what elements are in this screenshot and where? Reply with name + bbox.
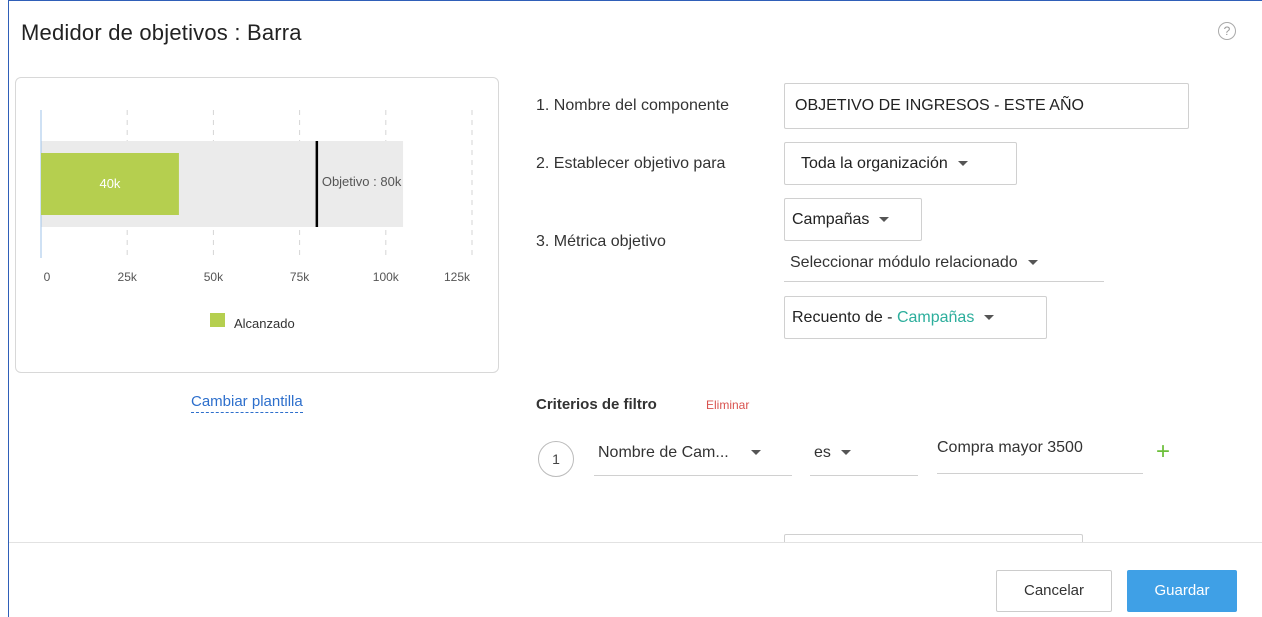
- x-tick-label: 100k: [373, 270, 400, 284]
- chevron-down-icon: [1027, 260, 1038, 266]
- criteria-operator-value: es: [814, 444, 831, 461]
- criteria-field-dropdown[interactable]: Nombre de Cam...: [594, 436, 792, 476]
- x-tick-label: 75k: [290, 270, 310, 284]
- component-name-input[interactable]: OBJETIVO DE INGRESOS - ESTE AÑO: [784, 83, 1189, 129]
- target-for-value: Toda la organización: [801, 155, 948, 172]
- footer-divider: [9, 542, 1262, 543]
- delete-criteria-link[interactable]: Eliminar: [706, 398, 749, 412]
- x-tick-label: 0: [44, 270, 51, 284]
- chevron-down-icon: [750, 450, 761, 456]
- chevron-down-icon: [879, 217, 890, 223]
- aggregate-field: Campañas: [896, 309, 975, 326]
- chevron-down-icon: [984, 315, 995, 321]
- criteria-operator-dropdown[interactable]: es: [810, 436, 918, 476]
- metric-module-value: Campañas: [792, 211, 870, 228]
- target-label: Objetivo : 80k: [322, 174, 402, 189]
- bar-value-label: 40k: [99, 176, 120, 191]
- plus-icon[interactable]: +: [1156, 440, 1170, 464]
- target-for-dropdown[interactable]: Toda la organización: [784, 142, 1017, 185]
- aggregate-prefix: Recuento de -: [792, 309, 897, 326]
- related-module-dropdown[interactable]: Seleccionar módulo relacionado: [784, 248, 1104, 282]
- x-tick-label: 50k: [204, 270, 224, 284]
- chart-preview: 40k Objetivo : 80k 0 25k 50k 75k 100k 125k Alcan…: [15, 77, 499, 373]
- target-for-label: 2. Establecer objetivo para: [536, 155, 726, 172]
- metric-module-dropdown[interactable]: Campañas: [784, 198, 922, 241]
- legend-label: Alcanzado: [234, 316, 295, 331]
- criteria-field-value: Nombre de Cam...: [598, 444, 729, 461]
- x-tick-label: 25k: [118, 270, 138, 284]
- filter-criteria-title: Criterios de filtro: [536, 396, 657, 413]
- target-metric-label: 3. Métrica objetivo: [536, 233, 666, 250]
- cancel-button[interactable]: Cancelar: [996, 570, 1112, 612]
- chevron-down-icon: [840, 450, 851, 456]
- dialog-title: Medidor de objetivos : Barra: [21, 20, 302, 45]
- legend-swatch: [210, 313, 225, 327]
- criteria-row-number: 1: [538, 441, 574, 477]
- aggregate-dropdown[interactable]: Recuento de - Campañas: [784, 296, 1047, 339]
- chevron-down-icon: [957, 161, 968, 167]
- help-icon[interactable]: ?: [1218, 22, 1236, 40]
- component-name-label: 1. Nombre del componente: [536, 97, 729, 114]
- save-button[interactable]: Guardar: [1127, 570, 1237, 612]
- related-module-value: Seleccionar módulo relacionado: [790, 254, 1018, 271]
- criteria-value-input[interactable]: Compra mayor 3500: [937, 432, 1143, 474]
- x-tick-label: 125k: [444, 270, 471, 284]
- goal-bar-chart: 40k Objetivo : 80k 0 25k 50k 75k 100k 125k Alcan…: [40, 110, 473, 331]
- change-template-link[interactable]: Cambiar plantilla: [191, 393, 303, 413]
